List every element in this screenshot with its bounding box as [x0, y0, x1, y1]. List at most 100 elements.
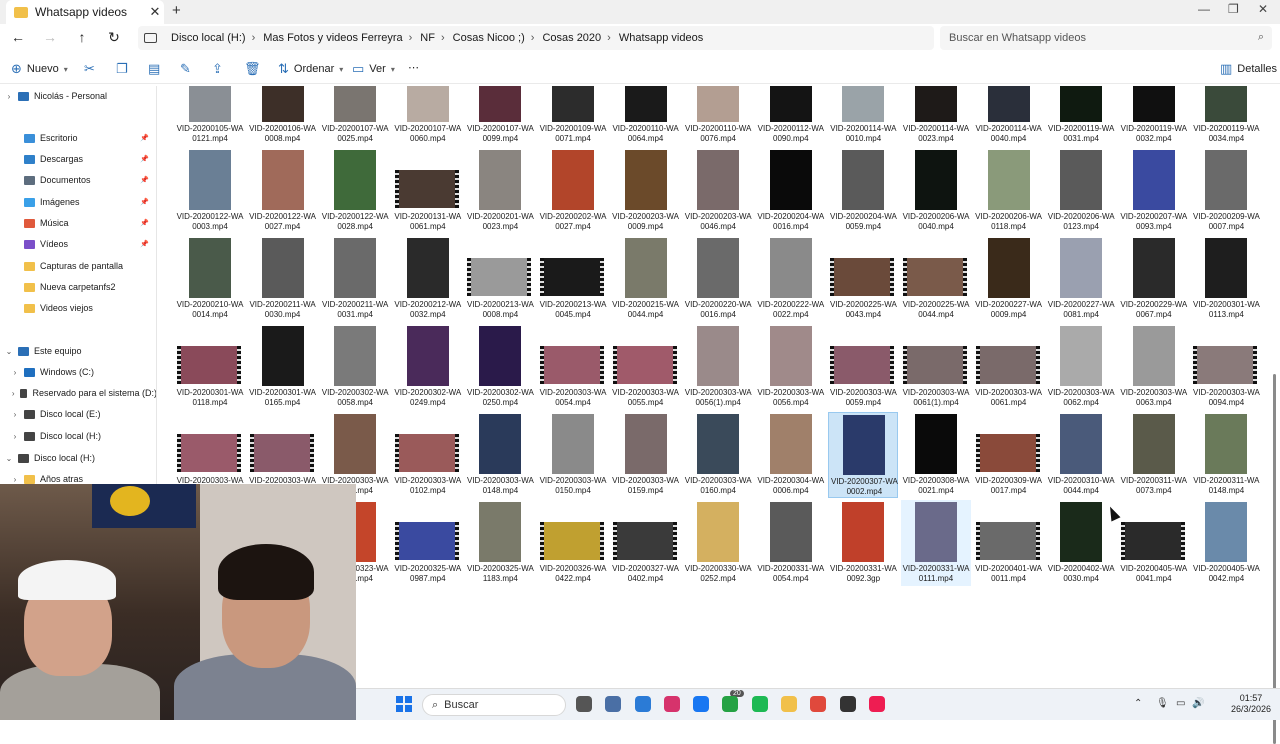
sidebar-item[interactable]: Descargas 📌 — [0, 149, 156, 169]
new-tab-button[interactable]: + — [172, 2, 181, 19]
expand-arrow-icon[interactable]: › — [10, 432, 20, 441]
file-item[interactable]: VID-20200202-WA0027.mp4 — [538, 148, 608, 234]
file-item[interactable]: VID-20200302-WA0250.mp4 — [465, 324, 535, 410]
file-item[interactable]: VID-20200122-WA0027.mp4 — [248, 148, 318, 234]
file-item[interactable]: VID-20200107-WA0099.mp4 — [465, 86, 535, 146]
tab-whatsapp-videos[interactable]: Whatsapp videos ✕ — [6, 0, 164, 24]
file-item[interactable]: VID-20200303-WA0054.mp4 — [538, 324, 608, 410]
details-button[interactable]: ▥ Detalles — [1220, 61, 1277, 77]
file-item[interactable]: VID-20200114-WA0010.mp4 — [828, 86, 898, 146]
up-button[interactable]: ↑ — [73, 29, 91, 45]
crumb-cosas-2020[interactable]: Cosas 2020 — [542, 32, 601, 44]
file-item[interactable]: VID-20200204-WA0059.mp4 — [828, 148, 898, 234]
spotify-icon[interactable] — [752, 696, 768, 712]
sidebar-item[interactable]: Nueva carpetanfs2 — [0, 277, 156, 297]
sidebar-item[interactable]: Capturas de pantalla — [0, 256, 156, 276]
sidebar-item[interactable]: › Nicolás - Personal — [0, 86, 156, 106]
file-item[interactable]: VID-20200213-WA0045.mp4 — [538, 236, 608, 322]
sort-button[interactable]: ⇅ Ordenar ▾ — [278, 61, 343, 77]
file-item[interactable]: VID-20200131-WA0061.mp4 — [393, 148, 463, 234]
vertical-scrollbar[interactable] — [1272, 86, 1277, 744]
refresh-button[interactable]: ↻ — [105, 29, 123, 46]
file-item[interactable]: VID-20200110-WA0064.mp4 — [611, 86, 681, 146]
instagram-icon[interactable] — [664, 696, 680, 712]
crumb-nf[interactable]: NF — [420, 32, 435, 44]
delete-icon[interactable]: 🗑 — [244, 61, 266, 77]
file-item[interactable]: VID-20200114-WA0023.mp4 — [901, 86, 971, 146]
sidebar-item[interactable]: Música 📌 — [0, 213, 156, 233]
file-item[interactable]: VID-20200220-WA0016.mp4 — [683, 236, 753, 322]
file-item[interactable]: VID-20200110-WA0076.mp4 — [683, 86, 753, 146]
chevron-up-icon[interactable]: ⌃ — [1134, 698, 1142, 709]
expand-arrow-icon[interactable]: › — [4, 92, 14, 101]
file-item[interactable]: VID-20200204-WA0016.mp4 — [756, 148, 826, 234]
file-item[interactable]: VID-20200401-WA0011.mp4 — [974, 500, 1044, 586]
new-button[interactable]: ⊕ Nuevo ▾ — [11, 61, 68, 77]
file-item[interactable]: VID-20200211-WA0031.mp4 — [320, 236, 390, 322]
file-item[interactable]: VID-20200311-WA0148.mp4 — [1191, 412, 1261, 498]
file-item[interactable]: VID-20200303-WA0148.mp4 — [465, 412, 535, 498]
settings-icon[interactable] — [605, 696, 621, 712]
file-item[interactable]: VID-20200303-WA0059.mp4 — [828, 324, 898, 410]
file-item[interactable]: VID-20200301-WA0118.mp4 — [175, 324, 245, 410]
close-tab-icon[interactable]: ✕ — [146, 4, 164, 20]
view-button[interactable]: ▭ Ver ▾ — [352, 61, 395, 77]
sidebar-item[interactable]: › Reservado para el sistema (D:) — [0, 383, 156, 403]
file-item[interactable]: VID-20200304-WA0006.mp4 — [756, 412, 826, 498]
windows-start-icon[interactable] — [396, 696, 412, 712]
file-item[interactable]: VID-20200325-WA1183.mp4 — [465, 500, 535, 586]
expand-arrow-icon[interactable]: ⌄ — [4, 347, 14, 356]
back-button[interactable]: ← — [9, 29, 27, 45]
crumb-cosas-nicoo[interactable]: Cosas Nicoo ;) — [453, 32, 525, 44]
file-item[interactable]: VID-20200303-WA0159.mp4 — [611, 412, 681, 498]
file-item[interactable]: VID-20200211-WA0030.mp4 — [248, 236, 318, 322]
copy-icon[interactable]: ❐ — [116, 61, 133, 77]
file-item[interactable]: VID-20200206-WA0123.mp4 — [1046, 148, 1116, 234]
tiktok-icon[interactable] — [869, 696, 885, 712]
file-item[interactable]: VID-20200107-WA0060.mp4 — [393, 86, 463, 146]
file-item[interactable]: VID-20200303-WA0063.mp4 — [1119, 324, 1189, 410]
file-item[interactable]: VID-20200225-WA0044.mp4 — [901, 236, 971, 322]
file-item[interactable]: VID-20200326-WA0422.mp4 — [538, 500, 608, 586]
sidebar-item[interactable]: › Disco local (E:) — [0, 404, 156, 424]
file-item[interactable]: VID-20200330-WA0252.mp4 — [683, 500, 753, 586]
file-item[interactable]: VID-20200206-WA0040.mp4 — [901, 148, 971, 234]
network-icon[interactable]: ▭ — [1176, 698, 1185, 709]
file-item[interactable]: VID-20200325-WA0987.mp4 — [393, 500, 463, 586]
crumb-mas-fotos[interactable]: Mas Fotos y videos Ferreyra — [263, 32, 402, 44]
sidebar-item[interactable]: ⌄ Este equipo — [0, 341, 156, 361]
file-item[interactable]: VID-20200105-WA0121.mp4 — [175, 86, 245, 146]
crumb-disco-h[interactable]: Disco local (H:) — [171, 32, 246, 44]
forward-button[interactable]: → — [41, 29, 59, 45]
sidebar-item[interactable]: Videos viejos — [0, 298, 156, 318]
file-item[interactable]: VID-20200303-WA0062.mp4 — [1046, 324, 1116, 410]
file-item[interactable]: VID-20200222-WA0022.mp4 — [756, 236, 826, 322]
file-item[interactable]: VID-20200327-WA0402.mp4 — [611, 500, 681, 586]
file-item[interactable]: VID-20200122-WA0003.mp4 — [175, 148, 245, 234]
file-item[interactable]: VID-20200227-WA0081.mp4 — [1046, 236, 1116, 322]
file-item[interactable]: VID-20200215-WA0044.mp4 — [611, 236, 681, 322]
file-item[interactable]: VID-20200405-WA0042.mp4 — [1191, 500, 1261, 586]
file-item[interactable]: VID-20200203-WA0046.mp4 — [683, 148, 753, 234]
maximize-button[interactable]: ❐ — [1228, 2, 1239, 16]
chrome-icon[interactable] — [810, 696, 826, 712]
file-item[interactable]: VID-20200303-WA0150.mp4 — [538, 412, 608, 498]
file-item[interactable]: VID-20200331-WA0092.3gp — [828, 500, 898, 586]
file-item[interactable]: VID-20200303-WA0094.mp4 — [1191, 324, 1261, 410]
sidebar-item[interactable]: Imágenes 📌 — [0, 192, 156, 212]
expand-arrow-icon[interactable]: › — [10, 389, 16, 398]
obs-icon[interactable] — [840, 696, 856, 712]
file-item[interactable]: VID-20200303-WA0061.mp4 — [974, 324, 1044, 410]
crumb-whatsapp-videos[interactable]: Whatsapp videos — [619, 32, 703, 44]
whatsapp-icon[interactable] — [722, 696, 738, 712]
file-item[interactable]: VID-20200106-WA0008.mp4 — [248, 86, 318, 146]
file-item[interactable]: VID-20200206-WA0118.mp4 — [974, 148, 1044, 234]
file-item[interactable]: VID-20200122-WA0028.mp4 — [320, 148, 390, 234]
sidebar-item[interactable]: › Disco local (H:) — [0, 426, 156, 446]
file-item[interactable]: VID-20200119-WA0031.mp4 — [1046, 86, 1116, 146]
microphone-icon[interactable]: 🎙 — [1156, 698, 1169, 709]
cut-icon[interactable]: ✂ — [84, 61, 100, 77]
file-item[interactable]: VID-20200303-WA0061(1).mp4 — [901, 324, 971, 410]
file-item[interactable]: VID-20200303-WA0160.mp4 — [683, 412, 753, 498]
close-window-button[interactable]: ✕ — [1258, 2, 1268, 16]
